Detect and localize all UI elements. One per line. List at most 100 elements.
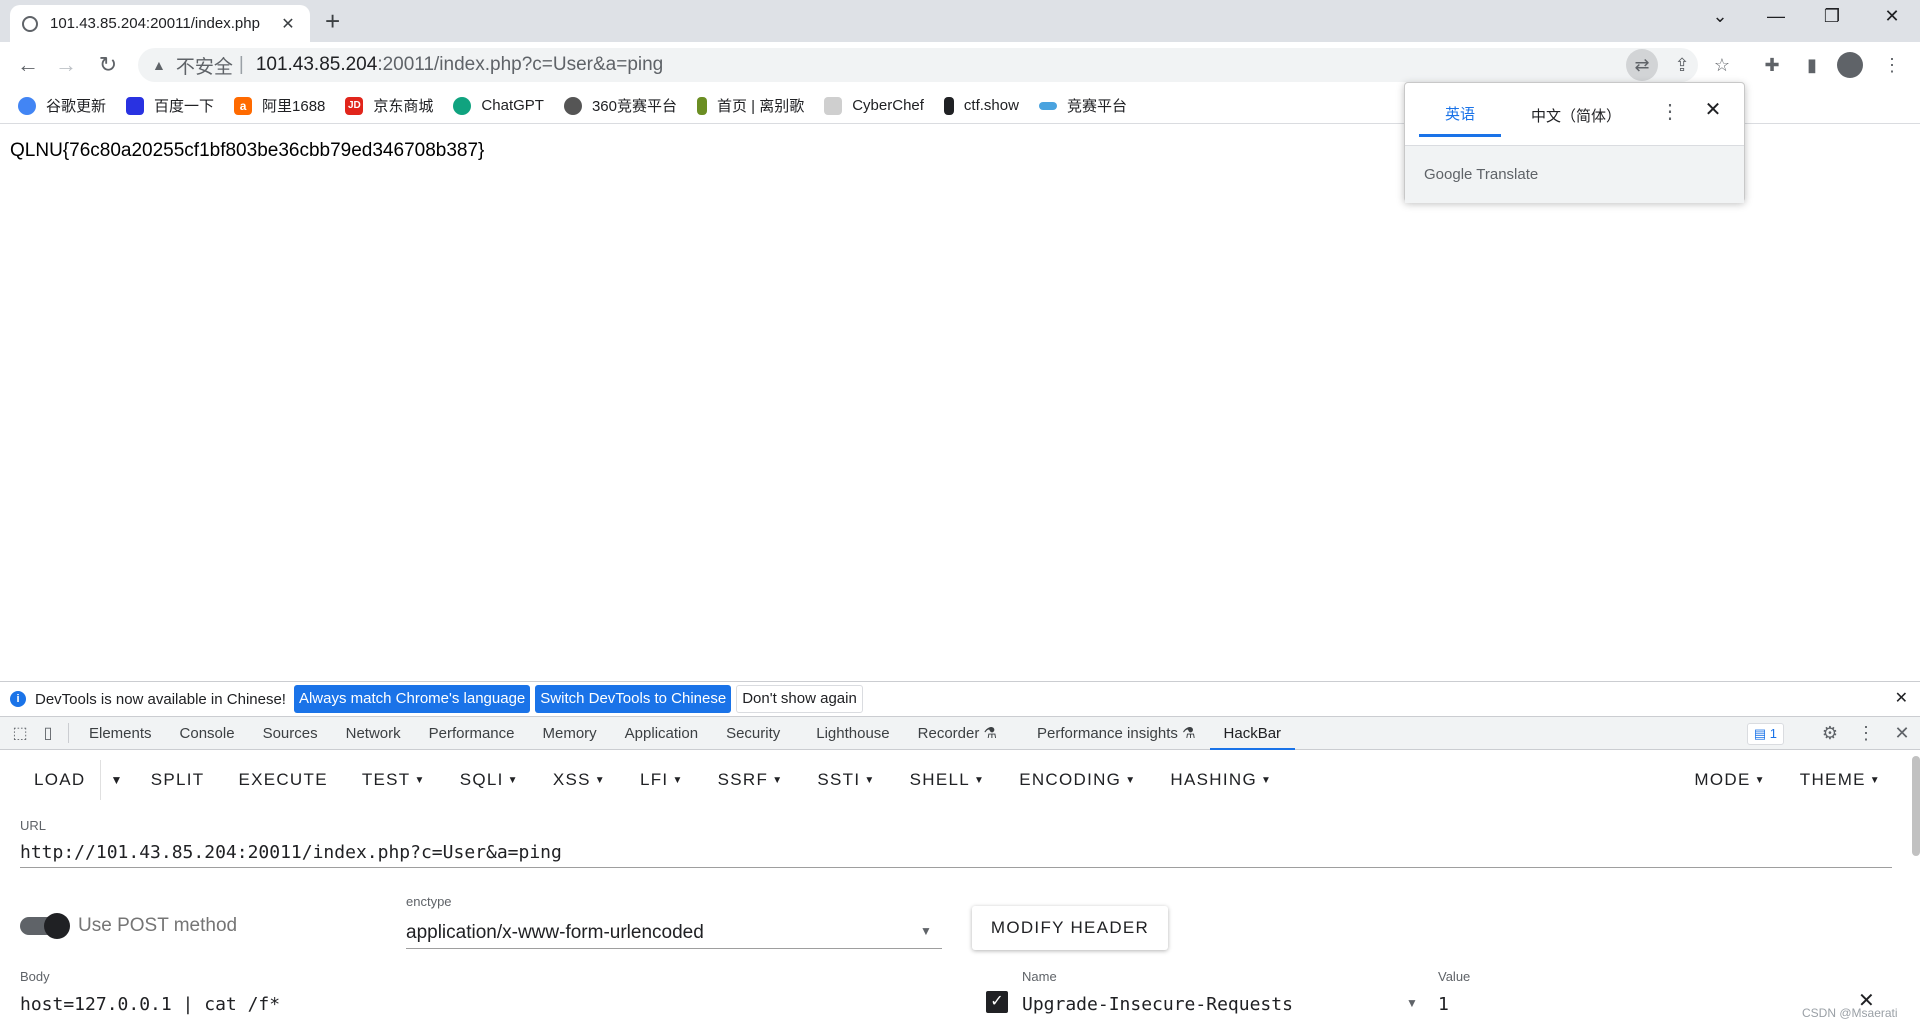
new-tab-button[interactable]: +: [325, 8, 340, 34]
restore-button[interactable]: ❐: [1812, 6, 1852, 27]
bookmark-item[interactable]: 竞赛平台: [1038, 95, 1127, 116]
device-toolbar-icon[interactable]: ▯: [34, 723, 62, 743]
load-dropdown-icon[interactable]: ▼: [101, 773, 134, 787]
header-value-input[interactable]: 1: [1438, 994, 1838, 1019]
caret-down-icon: ▼: [507, 775, 519, 787]
dropdown-arrow-icon[interactable]: ▼: [1406, 996, 1418, 1010]
tab-memory[interactable]: Memory: [529, 717, 611, 750]
bookmark-label: 谷歌更新: [46, 98, 107, 115]
tab-elements[interactable]: Elements: [75, 717, 166, 750]
bookmark-item[interactable]: a 阿里1688: [234, 95, 325, 116]
sqli-menu[interactable]: SQLI ▼: [443, 770, 536, 790]
close-icon[interactable]: ✕: [1895, 688, 1908, 708]
test-menu[interactable]: TEST ▼: [345, 770, 443, 790]
browser-tab[interactable]: 101.43.85.204:20011/index.php ✕: [10, 5, 310, 42]
tab-application[interactable]: Application: [611, 717, 712, 750]
tab-performance-insights[interactable]: Performance insights ⚗: [1023, 717, 1210, 750]
load-button[interactable]: LOAD: [18, 760, 101, 800]
devtools-tabbar: ⬚ ▯ Elements Console Sources Network Per…: [0, 716, 1920, 750]
header-enabled-checkbox[interactable]: ✓: [986, 991, 1008, 1013]
tab-security[interactable]: Security: [712, 717, 802, 750]
translate-tab-english[interactable]: 英语: [1419, 103, 1502, 137]
minimize-button[interactable]: —: [1756, 6, 1796, 27]
inspect-icon[interactable]: ⬚: [6, 723, 34, 743]
bookmark-item[interactable]: 百度一下: [126, 95, 214, 116]
ssti-menu[interactable]: SSTI ▼: [800, 770, 892, 790]
side-panel-icon[interactable]: ▮: [1796, 49, 1828, 81]
dropdown-arrow-icon[interactable]: ▼: [920, 924, 932, 938]
header-value-label: Value: [1438, 969, 1471, 984]
tab-sources[interactable]: Sources: [249, 717, 332, 750]
hashing-menu[interactable]: HASHING ▼: [1153, 770, 1289, 790]
match-language-button[interactable]: Always match Chrome's language: [293, 685, 531, 713]
forward-icon[interactable]: →: [52, 52, 80, 78]
extensions-icon[interactable]: ✚: [1756, 49, 1788, 81]
share-icon[interactable]: ⇪: [1666, 49, 1698, 81]
body-input[interactable]: host=127.0.0.1 | cat /f*: [20, 994, 942, 1019]
chrome-menu-icon[interactable]: ⋮: [1876, 49, 1908, 81]
tab-hackbar[interactable]: HackBar: [1209, 717, 1296, 750]
caret-down-icon: ▼: [672, 775, 684, 787]
translate-popup: 英语 中文（简体） ⋮ ✕ Google Translate: [1404, 82, 1745, 203]
bookmark-label: CyberChef: [852, 97, 924, 114]
tab-title: 101.43.85.204:20011/index.php: [50, 15, 260, 32]
bookmark-item[interactable]: ctf.show: [943, 96, 1019, 115]
more-vert-icon[interactable]: ⋮: [1848, 723, 1884, 744]
settings-gear-icon[interactable]: ⚙: [1812, 723, 1848, 744]
tab-network[interactable]: Network: [332, 717, 415, 750]
post-method-toggle[interactable]: [20, 913, 70, 939]
modify-header-button[interactable]: MODIFY HEADER: [972, 906, 1168, 950]
close-devtools-icon[interactable]: ✕: [1884, 723, 1920, 744]
tab-performance[interactable]: Performance: [415, 717, 529, 750]
translate-icon[interactable]: ⇄: [1626, 49, 1658, 81]
menu-label: SSRF: [717, 770, 769, 789]
issues-badge[interactable]: ▤ 1: [1746, 722, 1784, 745]
globe-icon: [563, 96, 582, 115]
xss-menu[interactable]: XSS ▼: [536, 770, 623, 790]
split-button[interactable]: SPLIT: [134, 770, 222, 790]
devtools-infobar: i DevTools is now available in Chinese! …: [0, 681, 1920, 716]
encoding-menu[interactable]: ENCODING ▼: [1002, 770, 1153, 790]
hackbar-scrollbar[interactable]: [1912, 756, 1920, 856]
more-vert-icon[interactable]: ⋮: [1660, 99, 1680, 124]
close-tab-icon[interactable]: ✕: [278, 14, 298, 34]
profile-avatar[interactable]: [1837, 52, 1863, 78]
header-name-input[interactable]: Upgrade-Insecure-Requests: [1022, 994, 1426, 1019]
lfi-menu[interactable]: LFI ▼: [623, 770, 701, 790]
bookmark-item[interactable]: JD 京东商城: [345, 95, 433, 116]
dont-show-button[interactable]: Don't show again: [736, 685, 863, 713]
tab-recorder[interactable]: Recorder ⚗: [904, 717, 1011, 750]
menu-label: XSS: [552, 770, 591, 789]
enctype-select[interactable]: application/x-www-form-urlencoded: [406, 922, 942, 949]
reload-icon[interactable]: ↻: [94, 52, 122, 78]
tab-lighthouse[interactable]: Lighthouse: [802, 717, 903, 750]
tab-search-icon[interactable]: ⌄: [1700, 6, 1740, 27]
tab-console[interactable]: Console: [166, 717, 249, 750]
flask-icon: ⚗: [983, 724, 997, 742]
bookmark-label: 360竞赛平台: [591, 98, 677, 115]
mode-menu[interactable]: MODE ▼: [1677, 770, 1782, 790]
translate-brand: Google Translate: [1405, 145, 1744, 203]
menu-label: SSTI: [817, 770, 861, 789]
address-bar[interactable]: ▲ 不安全 | 101.43.85.204 :20011/index.php?c…: [138, 48, 1698, 82]
bookmark-item[interactable]: 360竞赛平台: [563, 95, 677, 116]
back-icon[interactable]: ←: [14, 52, 42, 78]
shell-menu[interactable]: SHELL ▼: [893, 770, 1003, 790]
theme-menu[interactable]: THEME ▼: [1783, 770, 1898, 790]
execute-button[interactable]: EXECUTE: [221, 770, 344, 790]
close-window-button[interactable]: ✕: [1872, 6, 1912, 27]
switch-chinese-button[interactable]: Switch DevTools to Chinese: [535, 685, 732, 713]
bookmark-star-icon[interactable]: ☆: [1706, 49, 1738, 81]
caret-down-icon: ▼: [1125, 775, 1137, 787]
jd-icon: JD: [345, 96, 364, 115]
body-label: Body: [20, 969, 50, 984]
bookmark-item[interactable]: 首页 | 离别歌: [696, 95, 804, 116]
bookmark-item[interactable]: CyberChef: [824, 96, 924, 115]
bookmark-item[interactable]: ChatGPT: [453, 96, 544, 115]
security-label[interactable]: 不安全: [176, 52, 233, 79]
ssrf-menu[interactable]: SSRF ▼: [701, 770, 801, 790]
bookmark-item[interactable]: 谷歌更新: [18, 95, 106, 116]
translate-tab-chinese[interactable]: 中文（简体）: [1531, 105, 1621, 136]
close-icon[interactable]: ✕: [1701, 97, 1725, 122]
url-input[interactable]: http://101.43.85.204:20011/index.php?c=U…: [20, 842, 1892, 868]
